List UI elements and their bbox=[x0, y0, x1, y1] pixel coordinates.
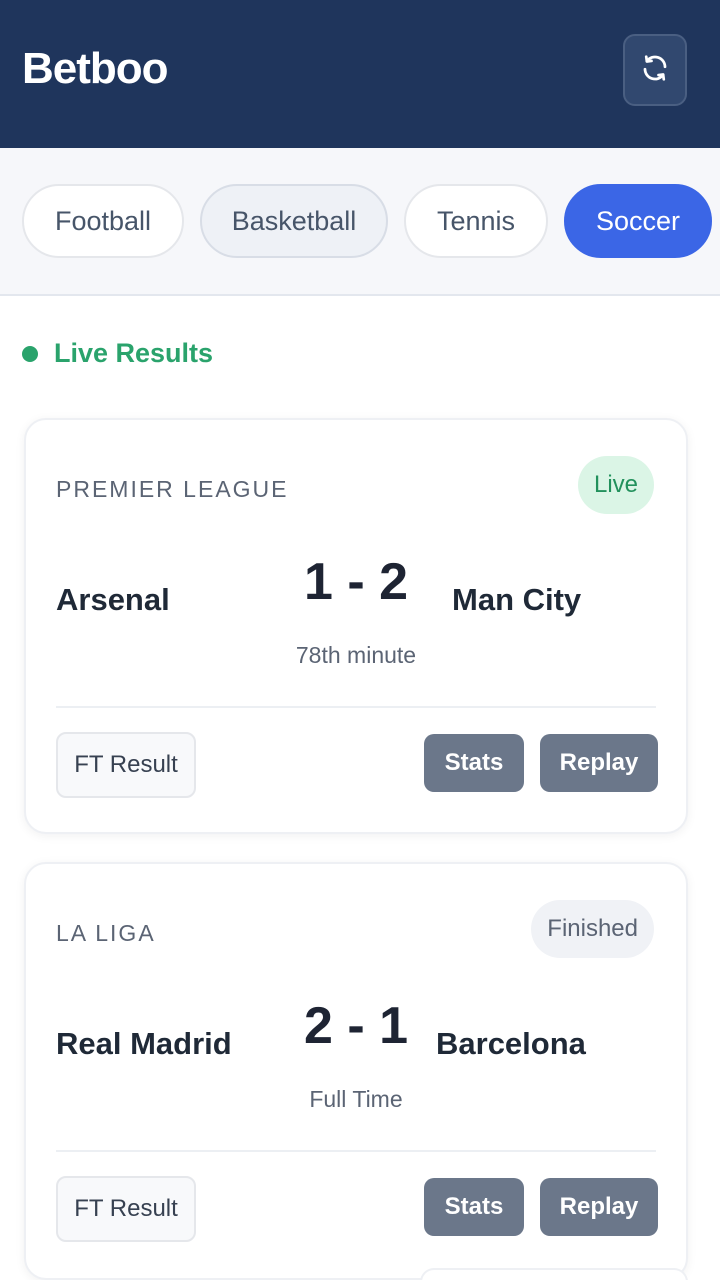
card-divider bbox=[56, 1150, 656, 1152]
match-score: 2 - 1 bbox=[303, 997, 409, 1055]
replay-button[interactable]: Replay bbox=[540, 1178, 658, 1236]
match-time: Full Time bbox=[309, 1086, 403, 1112]
app-header: Betboo bbox=[0, 0, 720, 148]
match-card[interactable]: LA LIGA Finished Real Madrid 2 - 1 Barce… bbox=[24, 862, 688, 1280]
card-divider bbox=[56, 706, 656, 708]
status-badge: Live bbox=[577, 456, 654, 514]
tab-football[interactable]: Football bbox=[22, 184, 184, 258]
ft-result-button[interactable]: FT Result bbox=[56, 732, 196, 798]
away-team: Man City bbox=[452, 582, 582, 617]
live-results-heading: Live Results bbox=[22, 338, 213, 369]
refresh-button[interactable] bbox=[623, 34, 687, 106]
tab-basketball[interactable]: Basketball bbox=[200, 184, 388, 258]
home-team: Arsenal bbox=[56, 582, 170, 617]
stats-button[interactable]: Stats bbox=[424, 1178, 524, 1236]
brand-logo: Betboo bbox=[22, 44, 169, 93]
status-badge: Finished bbox=[531, 900, 654, 958]
home-team: Real Madrid bbox=[56, 1026, 232, 1061]
tab-soccer[interactable]: Soccer bbox=[564, 184, 712, 258]
refresh-icon bbox=[640, 53, 670, 88]
ft-result-button[interactable]: FT Result bbox=[56, 1176, 196, 1242]
tab-tennis[interactable]: Tennis bbox=[404, 184, 548, 258]
league-name: LA LIGA bbox=[56, 920, 156, 946]
match-time: 78th minute bbox=[295, 642, 417, 668]
league-name: PREMIER LEAGUE bbox=[56, 476, 289, 502]
replay-button[interactable]: Replay bbox=[540, 734, 658, 792]
away-team: Barcelona bbox=[436, 1026, 586, 1061]
section-title: Live Results bbox=[54, 338, 214, 368]
match-card[interactable]: PREMIER LEAGUE Live Arsenal 1 - 2 Man Ci… bbox=[24, 418, 688, 834]
sport-tabs: Football Basketball Tennis Soccer bbox=[0, 148, 720, 296]
live-indicator-icon bbox=[22, 345, 38, 362]
stats-button[interactable]: Stats bbox=[424, 734, 524, 792]
match-score: 1 - 2 bbox=[303, 553, 409, 611]
next-card-edge bbox=[420, 1268, 688, 1280]
